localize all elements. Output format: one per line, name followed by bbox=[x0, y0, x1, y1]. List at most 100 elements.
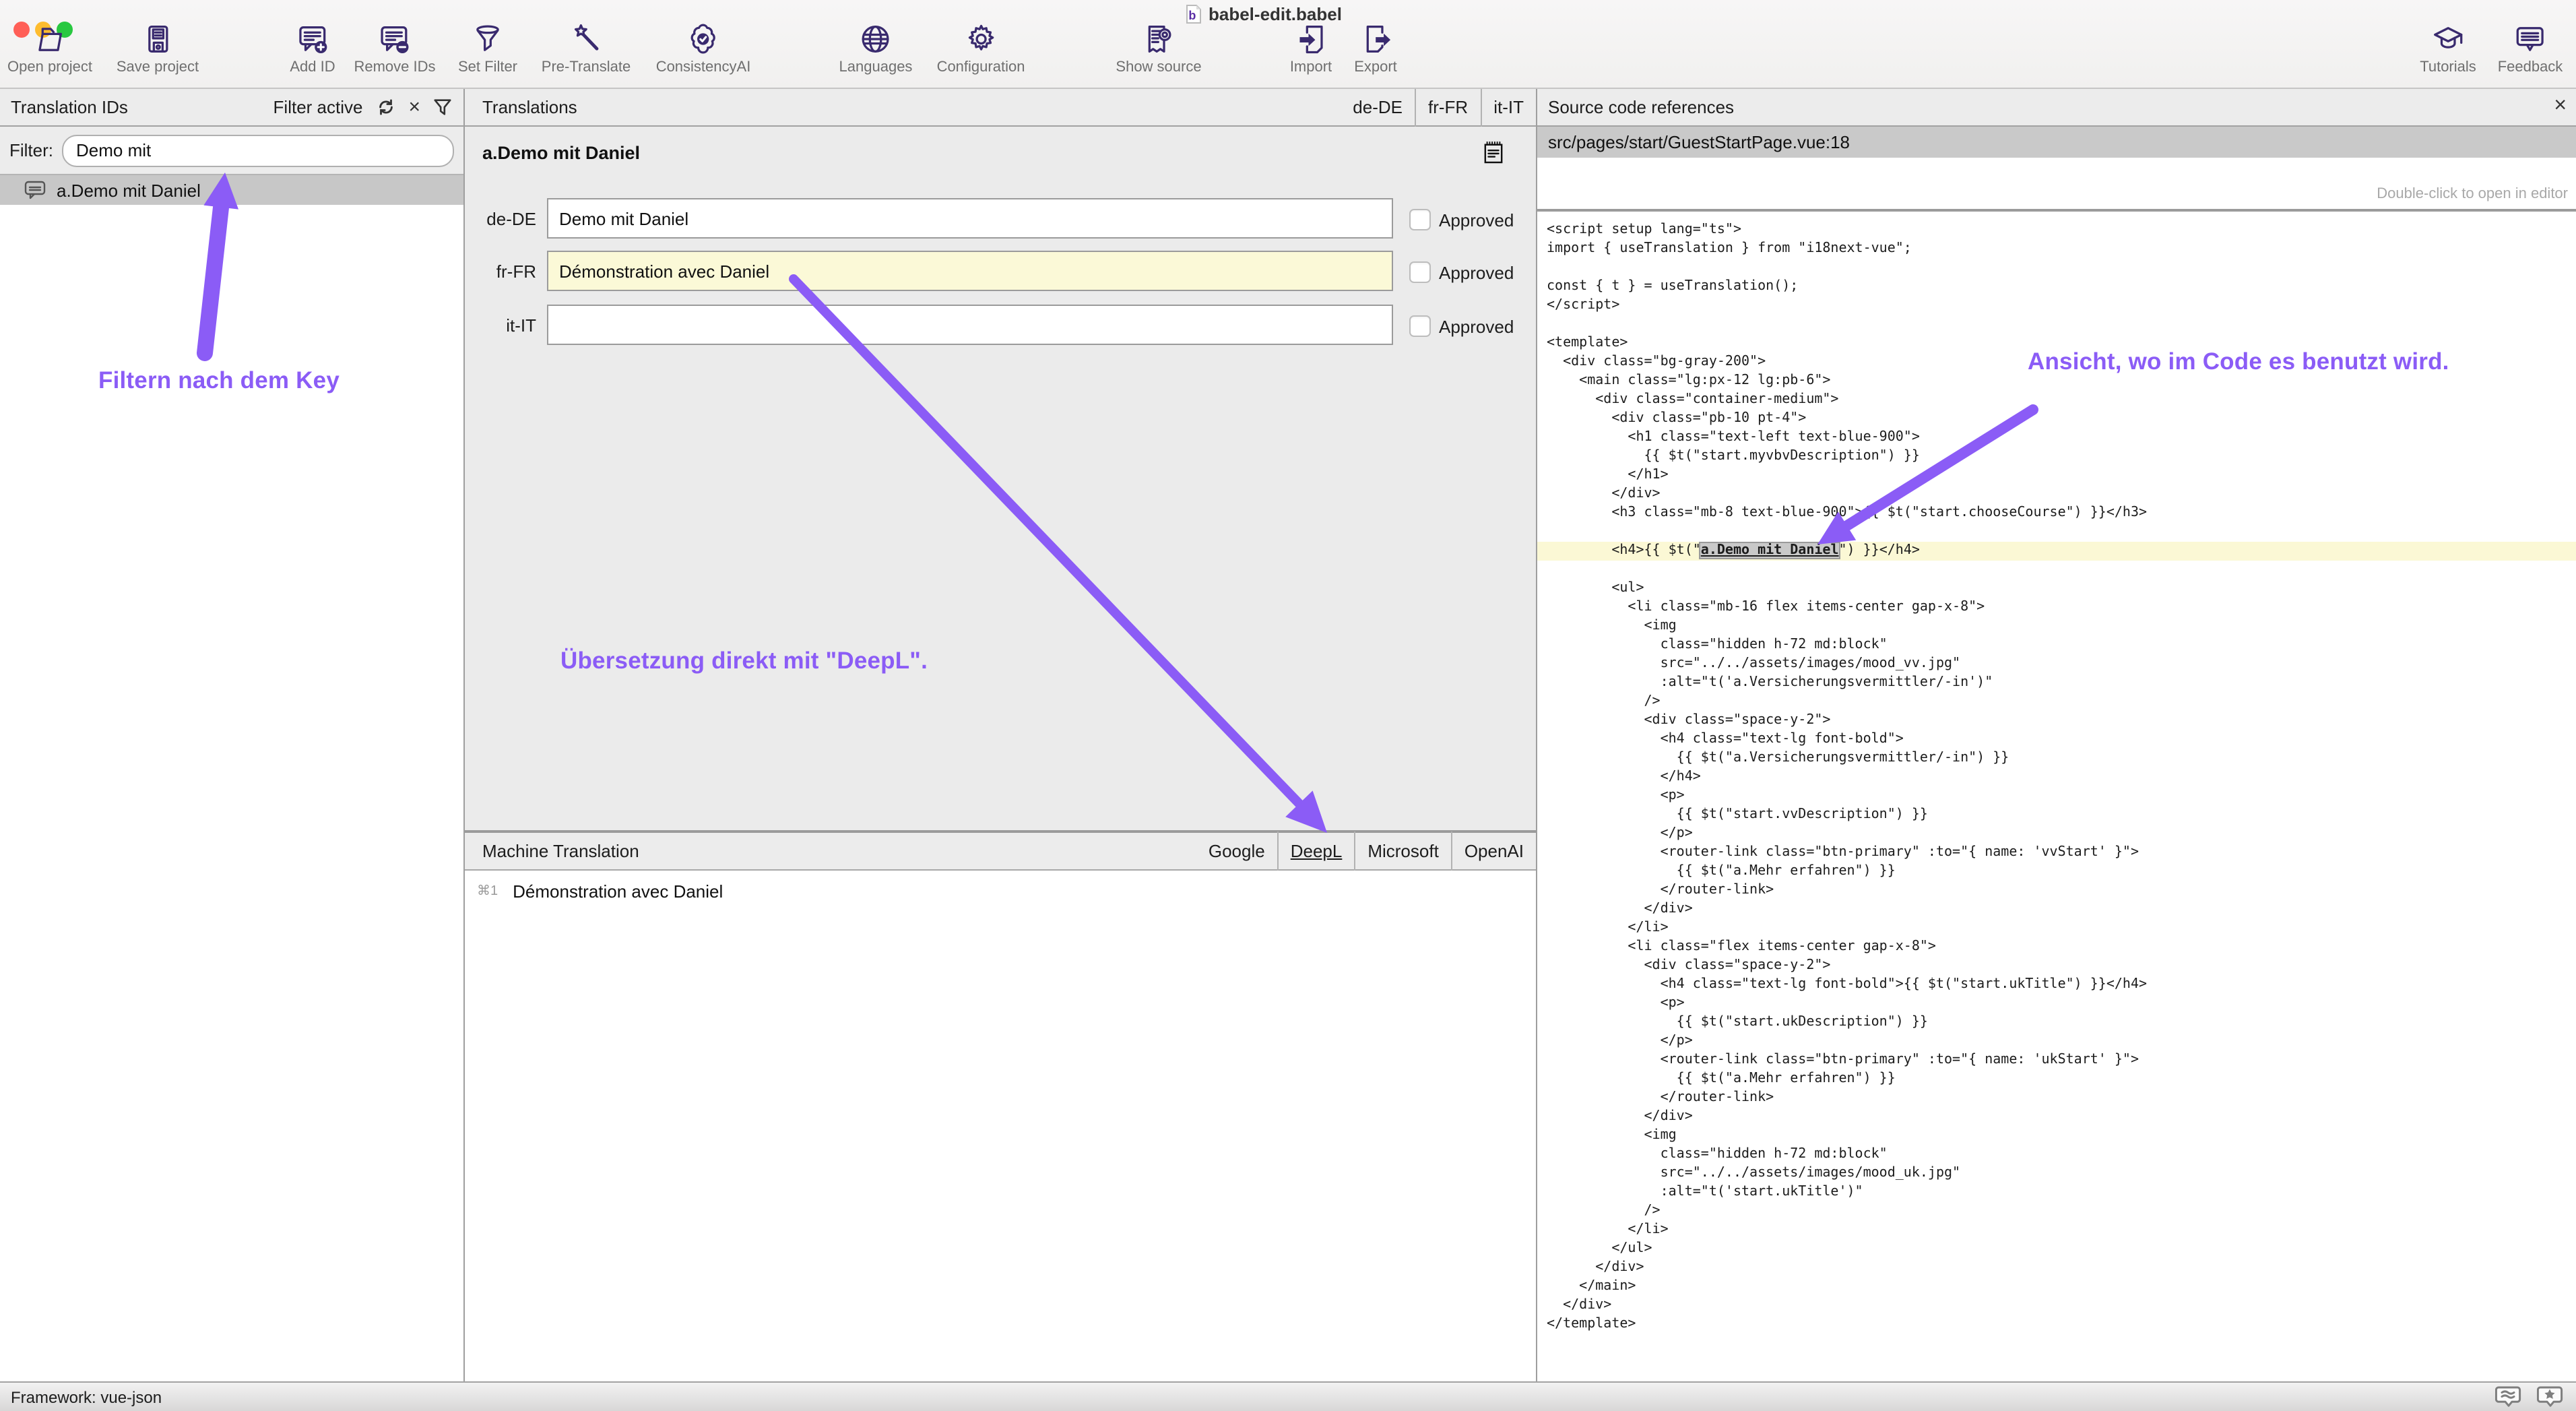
code-line: </p> bbox=[1537, 1032, 2576, 1051]
filter-input[interactable] bbox=[61, 134, 454, 166]
open-in-editor-hint: Double-click to open in editor bbox=[2377, 186, 2568, 202]
code-line: </main> bbox=[1537, 1278, 2576, 1296]
code-view[interactable]: <script setup lang="ts">import { useTran… bbox=[1537, 212, 2576, 1381]
toolbar-label: Export bbox=[1354, 59, 1397, 75]
show-source-button[interactable]: Show source bbox=[1116, 22, 1201, 75]
machine-translation-header: Machine Translation Google DeepL Microso… bbox=[465, 830, 1536, 871]
set-filter-button[interactable]: Set Filter bbox=[458, 22, 517, 75]
status-bar: Framework: vue-json bbox=[0, 1381, 2576, 1411]
annotation-filter-text: Filtern nach dem Key bbox=[98, 367, 340, 395]
code-line bbox=[1537, 561, 2576, 579]
code-line: <ul> bbox=[1537, 579, 2576, 598]
machine-translation-body: ⌘1 Démonstration avec Daniel bbox=[465, 871, 1536, 1381]
approved-checkbox-de[interactable] bbox=[1409, 209, 1431, 230]
import-button[interactable]: Import bbox=[1290, 22, 1332, 75]
code-line: <h4>{{ $t("a.Demo mit Daniel") }}</h4> bbox=[1537, 542, 2576, 561]
translation-input-de[interactable] bbox=[547, 198, 1393, 239]
translation-input-fr[interactable] bbox=[547, 251, 1393, 291]
code-line: /> bbox=[1537, 693, 2576, 712]
approved-checkbox-fr[interactable] bbox=[1409, 261, 1431, 283]
export-icon bbox=[1358, 22, 1393, 57]
toolbar-label: Configuration bbox=[937, 59, 1025, 75]
code-line: </div> bbox=[1537, 1108, 2576, 1127]
translation-row-de: de-DE Approved bbox=[465, 198, 1536, 239]
code-line: </h1> bbox=[1537, 466, 2576, 485]
mt-suggestion-row[interactable]: ⌘1 Démonstration avec Daniel bbox=[465, 871, 1536, 902]
translations-title: Translations bbox=[482, 96, 577, 117]
tab-deepl[interactable]: DeepL bbox=[1277, 832, 1355, 871]
source-references-header: Source code references × bbox=[1537, 88, 2576, 127]
pre-translate-button[interactable]: Pre-Translate bbox=[542, 22, 631, 75]
close-panel-icon[interactable]: × bbox=[2554, 96, 2567, 117]
remove-ids-button[interactable]: Remove IDs bbox=[354, 22, 435, 75]
svg-text:b: b bbox=[1188, 9, 1196, 22]
chat-wave-icon[interactable] bbox=[2495, 1385, 2523, 1408]
filter-funnel-icon[interactable] bbox=[432, 96, 453, 117]
graduation-cap-icon bbox=[2430, 22, 2466, 57]
folder-open-icon bbox=[32, 22, 67, 57]
clear-filter-icon[interactable]: × bbox=[408, 96, 420, 117]
comment-bubble-icon bbox=[24, 181, 46, 199]
tab-it-IT[interactable]: it-IT bbox=[1480, 87, 1536, 126]
translations-panel: a.Demo mit Daniel de-DE Approved fr-FR A… bbox=[465, 127, 1537, 1381]
code-line: <router-link class="btn-primary" :to="{ … bbox=[1537, 844, 2576, 863]
globe-icon bbox=[858, 22, 893, 57]
tab-microsoft[interactable]: Microsoft bbox=[1354, 832, 1450, 871]
export-button[interactable]: Export bbox=[1354, 22, 1397, 75]
translation-input-it[interactable] bbox=[547, 305, 1393, 345]
approved-control-de: Approved bbox=[1409, 209, 1514, 230]
translation-row-fr: fr-FR Approved bbox=[465, 251, 1536, 291]
refresh-icon[interactable] bbox=[376, 96, 396, 117]
code-line bbox=[1537, 523, 2576, 542]
source-code-panel: src/pages/start/GuestStartPage.vue:18 Do… bbox=[1537, 127, 2576, 1381]
approved-label-de: Approved bbox=[1439, 210, 1514, 230]
chat-star-icon[interactable] bbox=[2537, 1385, 2565, 1408]
code-line: </li> bbox=[1537, 1221, 2576, 1240]
consistency-ai-button[interactable]: ConsistencyAI bbox=[656, 22, 751, 75]
brain-check-icon bbox=[686, 22, 721, 57]
code-line: {{ $t("a.Mehr erfahren") }} bbox=[1537, 1070, 2576, 1089]
code-line: <div class="space-y-2"> bbox=[1537, 712, 2576, 730]
configuration-button[interactable]: Configuration bbox=[937, 22, 1025, 75]
code-line: <p> bbox=[1537, 995, 2576, 1013]
tab-fr-FR[interactable]: fr-FR bbox=[1415, 87, 1480, 126]
translation-id-label: a.Demo mit Daniel bbox=[57, 180, 201, 200]
filter-label: Filter: bbox=[9, 140, 53, 160]
toolbar-label: Languages bbox=[839, 59, 913, 75]
tab-google[interactable]: Google bbox=[1196, 832, 1277, 871]
approved-label-fr: Approved bbox=[1439, 262, 1514, 282]
approved-label-it: Approved bbox=[1439, 316, 1514, 336]
add-id-button[interactable]: Add ID bbox=[290, 22, 335, 75]
filter-active-label: Filter active bbox=[273, 96, 363, 117]
code-line: </ul> bbox=[1537, 1240, 2576, 1259]
code-line: </p> bbox=[1537, 825, 2576, 844]
toolbar-label: Open project bbox=[7, 59, 92, 75]
floppy-disk-icon bbox=[140, 22, 175, 57]
toolbar-label: Pre-Translate bbox=[542, 59, 631, 75]
code-line: </li> bbox=[1537, 919, 2576, 938]
languages-button[interactable]: Languages bbox=[839, 22, 913, 75]
framework-status: Framework: vue-json bbox=[11, 1387, 162, 1406]
source-file-reference[interactable]: src/pages/start/GuestStartPage.vue:18 bbox=[1537, 127, 2576, 158]
tab-de-DE[interactable]: de-DE bbox=[1341, 87, 1415, 126]
code-line: </h4> bbox=[1537, 768, 2576, 787]
save-project-button[interactable]: Save project bbox=[117, 22, 199, 75]
translation-id-item[interactable]: a.Demo mit Daniel bbox=[0, 175, 463, 205]
filter-row: Filter: bbox=[0, 127, 463, 175]
tab-openai[interactable]: OpenAI bbox=[1451, 832, 1536, 871]
code-line: <img bbox=[1537, 617, 2576, 636]
approved-checkbox-it[interactable] bbox=[1409, 315, 1431, 337]
code-line: :alt="t('start.ukTitle')" bbox=[1537, 1183, 2576, 1202]
toolbar-label: Feedback bbox=[2498, 59, 2563, 75]
code-line: <h4 class="text-lg font-bold">{{ $t("sta… bbox=[1537, 976, 2576, 995]
provider-tabs: Google DeepL Microsoft OpenAI bbox=[1196, 832, 1536, 871]
code-line: class="hidden h-72 md:block" bbox=[1537, 1146, 2576, 1164]
annotation-deepl-text: Übersetzung direkt mit "DeepL". bbox=[560, 647, 928, 675]
approved-control-fr: Approved bbox=[1409, 261, 1514, 283]
comment-plus-icon bbox=[295, 22, 330, 57]
source-references-title: Source code references bbox=[1548, 96, 1734, 117]
tutorials-button[interactable]: Tutorials bbox=[2420, 22, 2476, 75]
open-project-button[interactable]: Open project bbox=[7, 22, 92, 75]
feedback-button[interactable]: Feedback bbox=[2498, 22, 2563, 75]
notepad-icon[interactable] bbox=[1483, 140, 1504, 164]
